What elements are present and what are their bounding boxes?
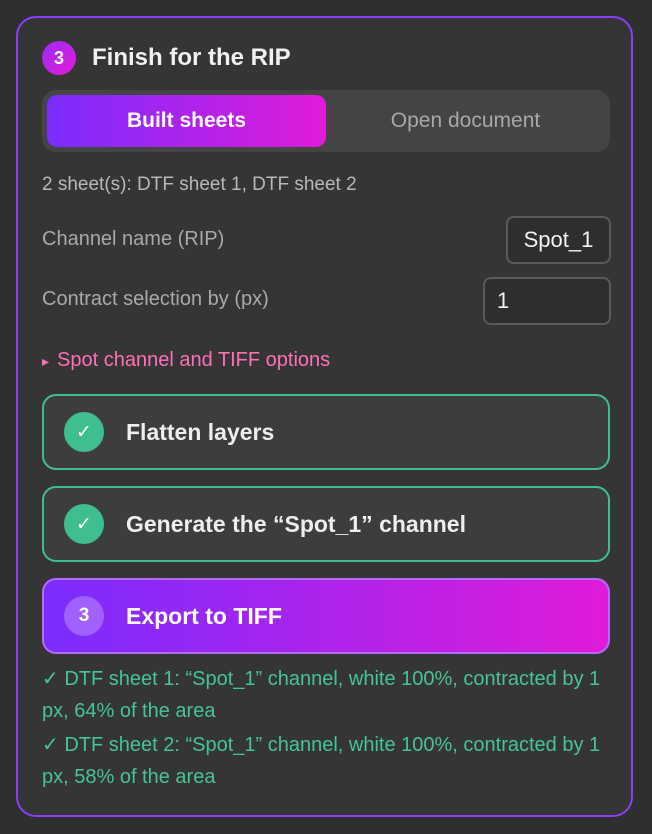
result-sheet-1: ✓ DTF sheet 1: “Spot_1” channel, white 1…	[42, 668, 601, 722]
sheets-summary: 2 sheet(s): DTF sheet 1, DTF sheet 2	[42, 174, 357, 195]
step-generate-channel[interactable]: ✓ Generate the “Spot_1” channel	[42, 486, 610, 562]
result-sheet-2: ✓ DTF sheet 2: “Spot_1” channel, white 1…	[42, 734, 601, 788]
step-label: Export to TIFF	[126, 602, 282, 629]
checkmark-icon: ✓	[64, 504, 104, 544]
channel-name-label: Channel name (RIP)	[42, 228, 225, 250]
step-header: 3 Finish for the RIP	[42, 40, 291, 76]
finish-for-rip-panel: 3 Finish for the RIP Built sheets Open d…	[16, 16, 633, 817]
step-flatten-layers[interactable]: ✓ Flatten layers	[42, 394, 610, 470]
step-label: Generate the “Spot_1” channel	[126, 510, 466, 537]
export-to-tiff-button[interactable]: 3 Export to TIFF	[42, 578, 610, 654]
tab-built-sheets[interactable]: Built sheets	[47, 95, 326, 147]
options-toggle-label: Spot channel and TIFF options	[57, 349, 331, 371]
spot-tiff-options-toggle[interactable]: ▸ Spot channel and TIFF options	[42, 349, 330, 372]
contract-selection-label: Contract selection by (px)	[42, 288, 269, 310]
step-label: Flatten layers	[126, 418, 275, 445]
step-number-badge: 3	[64, 596, 104, 636]
tab-open-document[interactable]: Open document	[326, 95, 605, 147]
channel-name-input[interactable]	[506, 216, 611, 264]
disclosure-triangle-icon: ▸	[42, 353, 50, 369]
step-number-badge: 3	[42, 41, 76, 75]
checkmark-icon: ✓	[64, 412, 104, 452]
source-tabs: Built sheets Open document	[42, 90, 610, 152]
contract-selection-input[interactable]	[483, 277, 611, 325]
panel-title: Finish for the RIP	[92, 44, 291, 71]
